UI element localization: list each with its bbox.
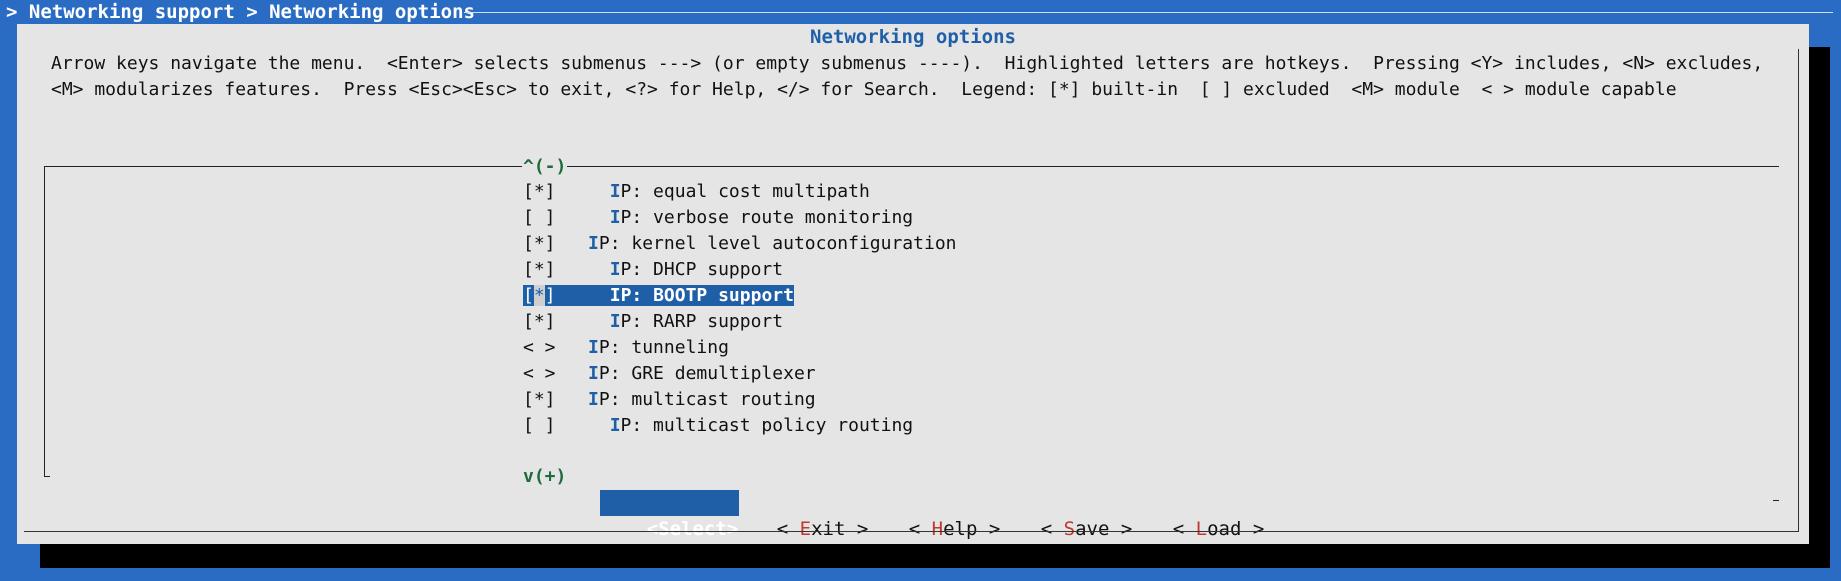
- option-label: IP: multicast routing: [588, 389, 816, 410]
- menu-box-border: [44, 476, 50, 477]
- menu-item[interactable]: < > IP: tunneling: [523, 335, 729, 361]
- select-button[interactable]: <Select>: [600, 490, 740, 540]
- option-label-text: P: DHCP support: [620, 259, 784, 280]
- help-text-line-1: Arrow keys navigate the menu. <Enter> se…: [51, 53, 1764, 74]
- option-label-text: P: multicast routing: [598, 389, 816, 410]
- menu-item[interactable]: [*] IP: RARP support: [523, 309, 783, 335]
- save-hotkey: S: [1063, 518, 1076, 540]
- menu-item[interactable]: < > IP: GRE demultiplexer: [523, 361, 816, 387]
- option-state[interactable]: < >: [523, 363, 556, 384]
- option-label: IP: verbose route monitoring: [610, 207, 913, 228]
- menu-box-border: [567, 166, 1779, 167]
- option-label-text: P: RARP support: [620, 311, 784, 332]
- option-state[interactable]: < >: [523, 337, 556, 358]
- option-state[interactable]: [*]: [523, 181, 556, 202]
- option-label-text: P: multicast policy routing: [620, 415, 914, 436]
- option-state[interactable]: [ ]: [523, 415, 556, 436]
- option-label: IP: RARP support: [610, 311, 783, 332]
- exit-hotkey: E: [799, 518, 812, 540]
- dialog-title: Networking options: [810, 26, 1016, 48]
- option-hotkey: I: [588, 389, 599, 410]
- option-state[interactable]: [*]: [523, 259, 556, 280]
- breadcrumb-rule: [464, 12, 1833, 13]
- option-hotkey: I: [609, 415, 621, 436]
- menu-box-border: [1773, 500, 1779, 501]
- option-hotkey: I: [588, 363, 599, 384]
- option-state[interactable]: [*]: [523, 233, 556, 254]
- menu-box-border: [44, 166, 522, 167]
- option-label-text: P: BOOTP support: [620, 285, 794, 306]
- breadcrumb-bar: > Networking support > Networking option…: [0, 0, 1841, 24]
- option-label: IP: equal cost multipath: [610, 181, 870, 202]
- option-label: IP: DHCP support: [610, 259, 783, 280]
- menu-item[interactable]: [ ] IP: multicast policy routing: [523, 413, 913, 439]
- menu-item[interactable]: [*] IP: equal cost multipath: [523, 179, 870, 205]
- option-label-text: P: verbose route monitoring: [620, 207, 914, 228]
- select-hotkey: S: [658, 518, 670, 540]
- option-label-text: P: kernel level autoconfiguration: [598, 233, 957, 254]
- help-hotkey: H: [931, 518, 944, 540]
- option-label: IP: GRE demultiplexer: [588, 363, 816, 384]
- scroll-up-indicator[interactable]: ^(-): [523, 155, 566, 179]
- load-hotkey: L: [1195, 518, 1208, 540]
- help-button[interactable]: < Help >: [863, 490, 1001, 540]
- menu-box-border: [44, 166, 45, 476]
- option-state[interactable]: [*]: [523, 285, 556, 306]
- option-state[interactable]: [*]: [523, 389, 556, 410]
- option-hotkey: I: [609, 207, 621, 228]
- option-state[interactable]: [ ]: [523, 207, 556, 228]
- scroll-down-indicator[interactable]: v(+): [523, 465, 566, 489]
- option-hotkey: I: [609, 181, 621, 202]
- option-label: IP: BOOTP support: [609, 285, 794, 306]
- menu-item[interactable]: [*] IP: multicast routing: [523, 387, 816, 413]
- indent: [555, 285, 610, 306]
- exit-button[interactable]: < Exit >: [731, 490, 869, 540]
- option-label: IP: multicast policy routing: [610, 415, 913, 436]
- option-hotkey: I: [609, 311, 621, 332]
- breadcrumb: > Networking support > Networking option…: [6, 1, 475, 23]
- menu-item[interactable]: [*] IP: BOOTP support: [523, 283, 794, 309]
- option-hotkey: I: [609, 259, 621, 280]
- dialog-border: [1798, 49, 1799, 532]
- option-hotkey: I: [588, 233, 599, 254]
- option-hotkey: I: [609, 285, 621, 306]
- option-label-text: P: GRE demultiplexer: [598, 363, 816, 384]
- help-text-line-2: <M> modularizes features. Press <Esc><Es…: [51, 79, 1677, 100]
- menuconfig-dialog: Networking options Arrow keys navigate t…: [17, 24, 1809, 544]
- option-state[interactable]: [*]: [523, 311, 556, 332]
- dialog-border: [24, 531, 1799, 532]
- option-label-text: P: equal cost multipath: [620, 181, 870, 202]
- menu-item[interactable]: [*] IP: DHCP support: [523, 257, 783, 283]
- option-label-text: P: tunneling: [598, 337, 729, 358]
- option-label: IP: kernel level autoconfiguration: [588, 233, 956, 254]
- load-button[interactable]: < Load >: [1127, 490, 1265, 540]
- option-label: IP: tunneling: [588, 337, 729, 358]
- menu-item[interactable]: [*] IP: kernel level autoconfiguration: [523, 231, 957, 257]
- menu-item[interactable]: [ ] IP: verbose route monitoring: [523, 205, 913, 231]
- save-button[interactable]: < Save >: [995, 490, 1133, 540]
- option-hotkey: I: [588, 337, 599, 358]
